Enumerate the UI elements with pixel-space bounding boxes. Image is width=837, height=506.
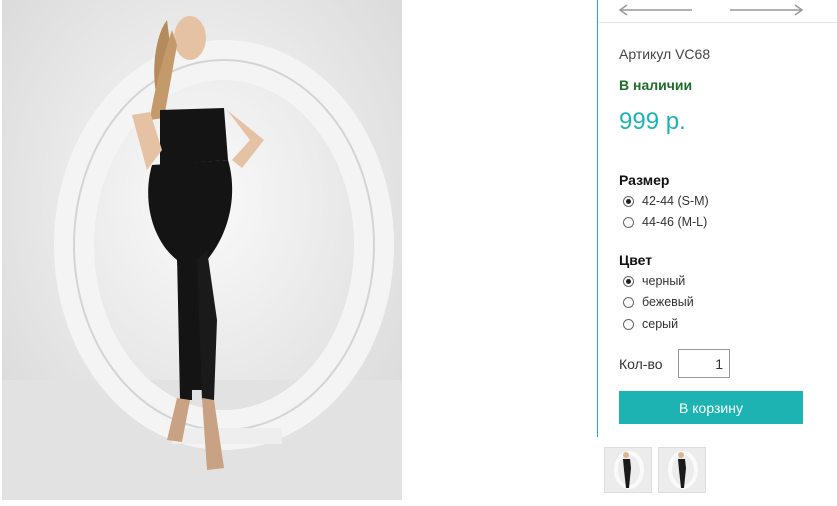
size-option-label: 42-44 (S-M) bbox=[642, 194, 709, 208]
color-option-label: бежевый bbox=[642, 295, 694, 309]
radio-checked-icon[interactable] bbox=[623, 195, 634, 207]
color-option-gray[interactable]: серый bbox=[623, 317, 678, 331]
product-info-panel: Артикул VC68 В наличии 999 р. Размер 42-… bbox=[597, 0, 837, 437]
arrow-right-icon[interactable] bbox=[728, 3, 804, 22]
gallery-nav bbox=[598, 0, 837, 23]
product-photo bbox=[2, 0, 402, 500]
color-option-beige[interactable]: бежевый bbox=[623, 295, 694, 309]
product-sku: Артикул VC68 bbox=[619, 46, 711, 62]
color-option-black[interactable]: черный bbox=[623, 274, 685, 288]
radio-unchecked-icon[interactable] bbox=[623, 216, 634, 228]
add-to-cart-button[interactable]: В корзину bbox=[619, 391, 803, 424]
size-option-m-l[interactable]: 44-46 (M-L) bbox=[623, 215, 707, 229]
stock-status: В наличии bbox=[619, 77, 693, 93]
size-title: Размер bbox=[619, 172, 670, 188]
radio-unchecked-icon[interactable] bbox=[623, 318, 634, 330]
quantity-input[interactable] bbox=[678, 349, 730, 378]
product-price: 999 р. bbox=[619, 108, 686, 135]
size-option-label: 44-46 (M-L) bbox=[642, 215, 708, 229]
product-photo-illustration bbox=[2, 0, 402, 500]
color-title: Цвет bbox=[619, 252, 653, 268]
radio-checked-icon[interactable] bbox=[623, 275, 634, 287]
size-option-s-m[interactable]: 42-44 (S-M) bbox=[623, 194, 709, 208]
color-option-label: черный bbox=[642, 274, 686, 288]
color-option-label: серый bbox=[642, 317, 679, 331]
quantity-label: Кол-во bbox=[619, 356, 663, 372]
radio-unchecked-icon[interactable] bbox=[623, 296, 634, 308]
thumbnail-image[interactable] bbox=[604, 447, 652, 493]
thumbnail-image[interactable] bbox=[658, 447, 706, 493]
arrow-left-icon[interactable] bbox=[618, 3, 694, 22]
